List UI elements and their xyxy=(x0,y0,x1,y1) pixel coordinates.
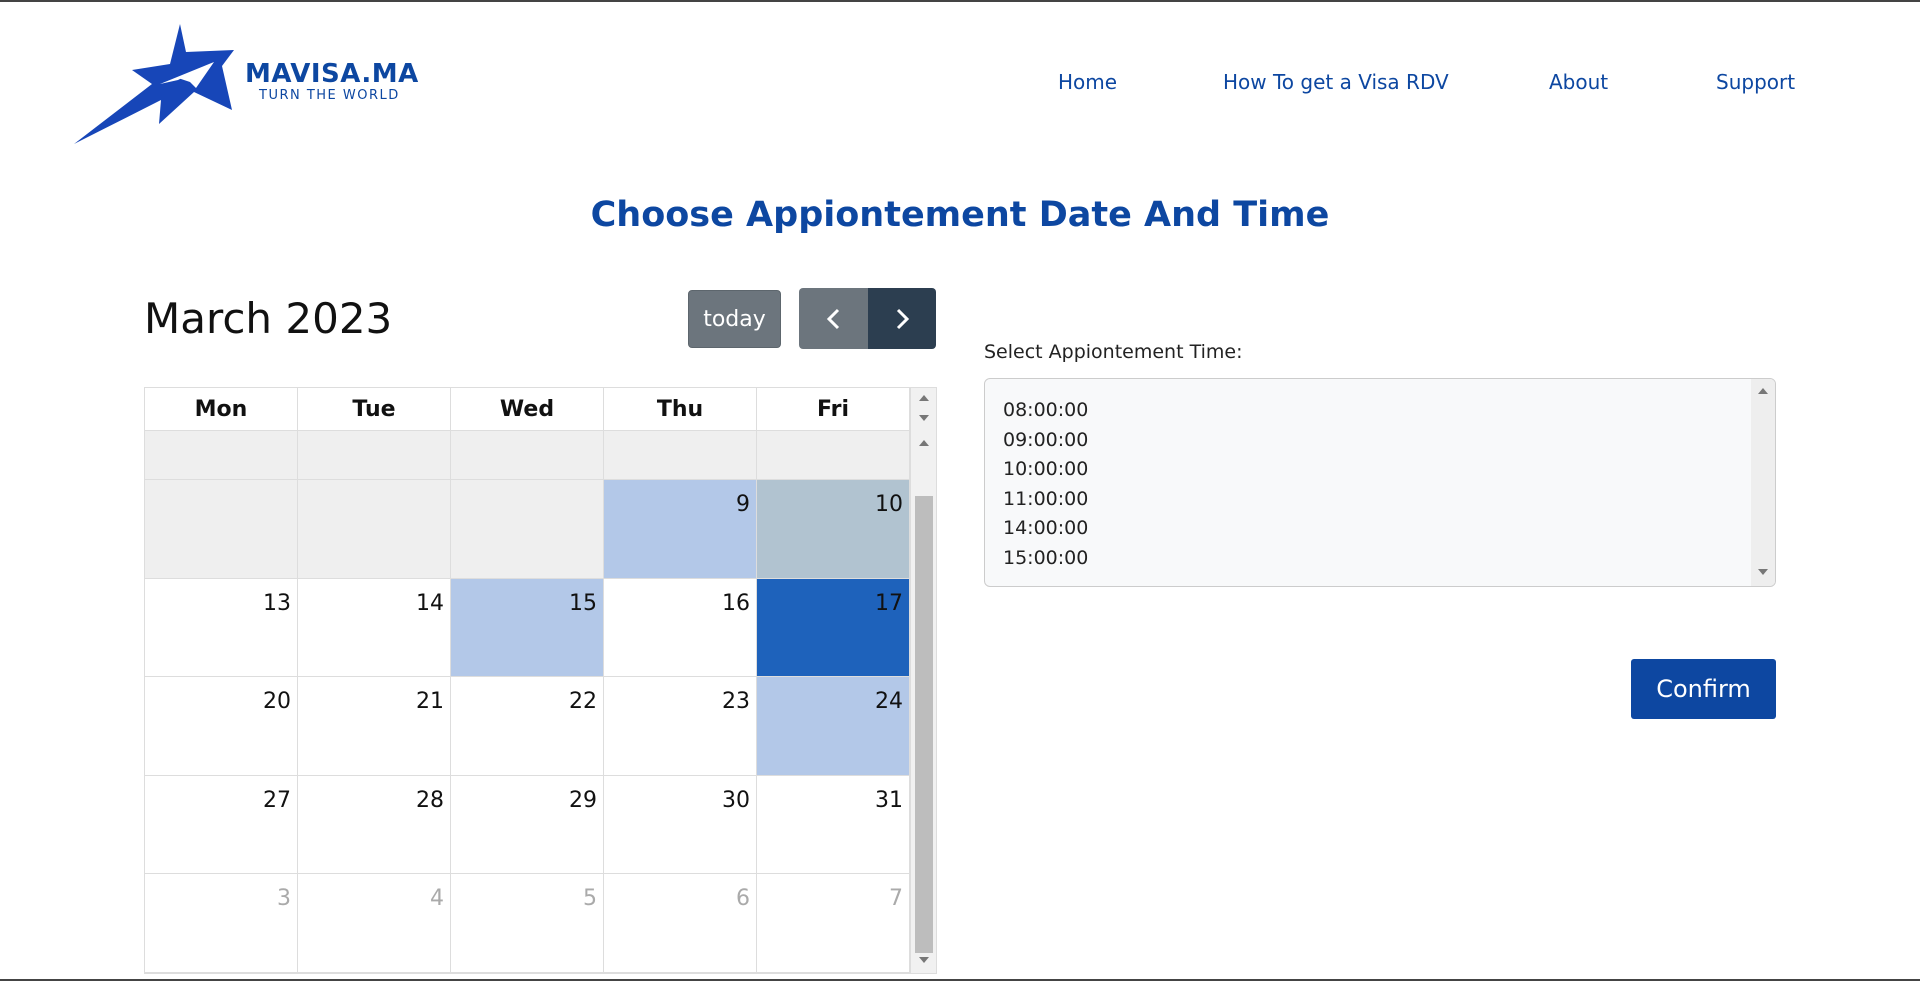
scroll-up-icon[interactable] xyxy=(919,440,929,446)
calendar-day[interactable]: 5 xyxy=(451,874,604,973)
scroll-down-icon[interactable] xyxy=(919,957,929,963)
calendar-day[interactable]: 29 xyxy=(451,776,604,874)
scrollbar-thumb[interactable] xyxy=(915,496,933,953)
calendar-empty-day xyxy=(145,480,298,579)
calendar-day[interactable]: 4 xyxy=(298,874,451,973)
calendar-scrollbar[interactable] xyxy=(910,388,936,973)
time-select-label: Select Appiontement Time: xyxy=(984,341,1243,363)
calendar-day[interactable]: 30 xyxy=(604,776,757,874)
calendar-empty-day xyxy=(145,431,298,480)
calendar-empty-day xyxy=(451,431,604,480)
calendar-day[interactable]: 20 xyxy=(145,677,298,776)
time-option[interactable]: 11:00:00 xyxy=(1003,485,1088,515)
calendar-day[interactable]: 14 xyxy=(298,579,451,677)
page-title: Choose Appiontement Date And Time xyxy=(590,195,1330,235)
calendar-day[interactable]: 22 xyxy=(451,677,604,776)
calendar-day[interactable]: 7 xyxy=(757,874,910,973)
calendar-day[interactable]: 23 xyxy=(604,677,757,776)
prev-month-button[interactable] xyxy=(799,288,868,349)
next-month-button[interactable] xyxy=(868,288,936,349)
calendar-title: March 2023 xyxy=(144,294,393,343)
time-option[interactable]: 08:00:00 xyxy=(1003,396,1088,426)
time-option[interactable]: 10:00:00 xyxy=(1003,455,1088,485)
calendar-day[interactable]: 24 xyxy=(757,677,910,776)
calendar-day[interactable]: 31 xyxy=(757,776,910,874)
calendar-day[interactable]: 28 xyxy=(298,776,451,874)
calendar-day[interactable]: 16 xyxy=(604,579,757,677)
weekday-header: Fri xyxy=(757,388,910,431)
time-select-list[interactable]: 08:00:00 09:00:00 10:00:00 11:00:00 14:00:00… xyxy=(984,378,1776,587)
time-option[interactable]: 09:00:00 xyxy=(1003,426,1088,456)
time-list-scrollbar[interactable] xyxy=(1751,379,1775,586)
confirm-button[interactable]: Confirm xyxy=(1631,659,1776,719)
scroll-down-icon[interactable] xyxy=(1758,569,1768,575)
scroll-down-icon[interactable] xyxy=(919,415,929,421)
star-plane-icon xyxy=(74,24,234,144)
nav-how-to-get-visa[interactable]: How To get a Visa RDV xyxy=(1223,70,1449,94)
calendar-empty-day xyxy=(451,480,604,579)
brand-name: MAVISA.MA xyxy=(245,59,419,89)
time-option[interactable]: 14:00:00 xyxy=(1003,514,1088,544)
calendar-grid: Mon Tue Wed Thu Fri 9 10 13 14 15 16 17 20 21 22 2… xyxy=(144,387,937,974)
brand-tagline: TURN THE WORLD xyxy=(259,88,400,103)
weekday-header: Thu xyxy=(604,388,757,431)
time-option[interactable]: 15:00:00 xyxy=(1003,544,1088,574)
calendar-day[interactable]: 9 xyxy=(604,480,757,579)
calendar-day[interactable]: 6 xyxy=(604,874,757,973)
weekday-header: Mon xyxy=(145,388,298,431)
nav-about[interactable]: About xyxy=(1549,70,1608,94)
calendar-day[interactable]: 17 xyxy=(757,579,910,677)
scroll-up-icon[interactable] xyxy=(919,395,929,401)
nav-home[interactable]: Home xyxy=(1058,70,1117,94)
calendar-day[interactable]: 15 xyxy=(451,579,604,677)
calendar-day[interactable]: 13 xyxy=(145,579,298,677)
calendar-day[interactable]: 10 xyxy=(757,480,910,579)
calendar-empty-day xyxy=(757,431,910,480)
calendar-day[interactable]: 27 xyxy=(145,776,298,874)
weekday-header: Tue xyxy=(298,388,451,431)
calendar-empty-day xyxy=(298,431,451,480)
calendar-empty-day xyxy=(298,480,451,579)
calendar-empty-day xyxy=(604,431,757,480)
chevron-right-icon xyxy=(896,308,910,329)
today-button[interactable]: today xyxy=(688,290,781,348)
calendar-day[interactable]: 21 xyxy=(298,677,451,776)
weekday-header: Wed xyxy=(451,388,604,431)
calendar-day[interactable]: 3 xyxy=(145,874,298,973)
scroll-up-icon[interactable] xyxy=(1758,388,1768,394)
nav-support[interactable]: Support xyxy=(1716,70,1795,94)
chevron-left-icon xyxy=(826,308,839,329)
logo[interactable]: MAVISA.MA TURN THE WORLD xyxy=(74,22,418,147)
